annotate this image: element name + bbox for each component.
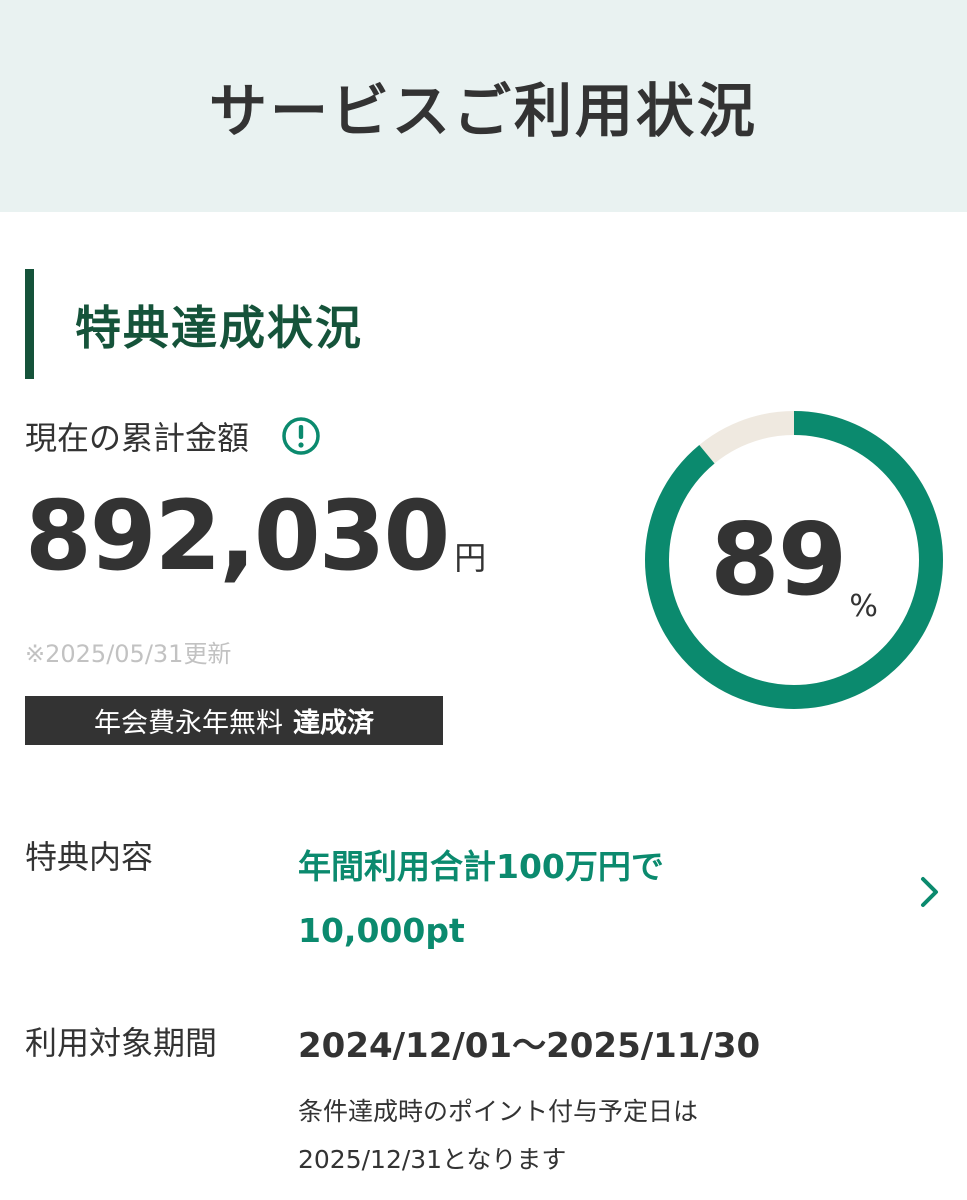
donut-label: 89 % <box>644 410 944 710</box>
benefit-line-2: 10,000pt <box>298 911 465 950</box>
benefit-link[interactable]: 年間利用合計100万円で 10,000pt <box>298 835 967 955</box>
period-note-line-1: 条件達成時のポイント付与予定日は <box>298 1097 699 1126</box>
period-note: 条件達成時のポイント付与予定日は 2025/12/31となります <box>298 1088 698 1184</box>
achievement-badge: 年会費永年無料 達成済 <box>25 696 443 745</box>
period-note-line-2: 2025/12/31となります <box>298 1145 567 1174</box>
amount-unit: 円 <box>454 539 487 577</box>
progress-percent: 89 <box>710 501 847 618</box>
benefit-line-1: 年間利用合計100万円で <box>298 847 664 886</box>
benefit-description: 年間利用合計100万円で 10,000pt <box>298 835 768 963</box>
section-accent-bar <box>25 269 34 379</box>
amount-label: 現在の累計金額 <box>25 419 250 457</box>
section-title: 特典達成状況 <box>75 301 363 355</box>
chevron-right-icon <box>921 877 938 907</box>
benefit-label: 特典内容 <box>25 838 154 876</box>
achievement-status: 達成済 <box>293 708 374 739</box>
amount-value: 892,030 <box>25 480 450 592</box>
update-note: ※2025/05/31更新 <box>25 640 232 668</box>
page-title: サービスご利用状況 <box>208 77 758 145</box>
page-header: サービスご利用状況 <box>0 0 967 212</box>
progress-percent-unit: % <box>849 589 878 624</box>
achievement-text: 年会費永年無料 <box>94 708 283 739</box>
amount-row: 892,030 円 <box>25 488 486 584</box>
period-value: 2024/12/01〜2025/11/30 <box>298 1026 761 1066</box>
amount-label-row: 現在の累計金額 <box>25 413 323 459</box>
period-label: 利用対象期間 <box>25 1024 218 1062</box>
exclamation-circle-icon[interactable] <box>279 414 323 458</box>
